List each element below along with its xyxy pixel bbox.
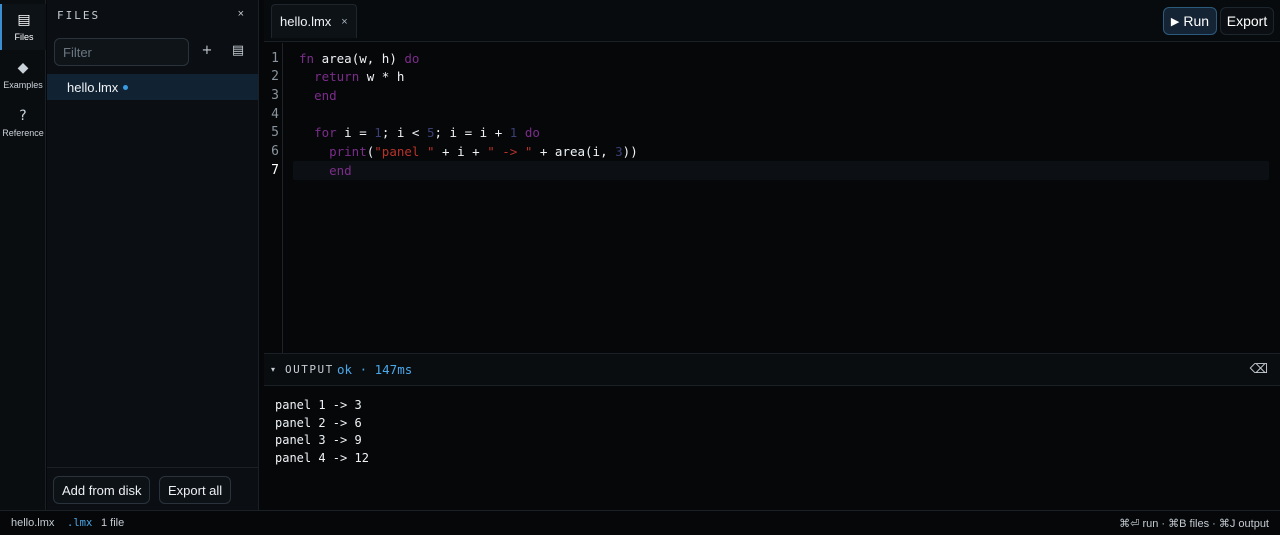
line-number: 4 <box>271 107 279 122</box>
activity-files[interactable]: ▤ Files <box>0 4 46 50</box>
output-title: OUTPUT <box>285 363 334 376</box>
output-line: panel 3 -> 9 <box>275 433 362 447</box>
status-shortcuts: ⌘⏎ run · ⌘B files · ⌘J output <box>1119 518 1269 530</box>
files-panel-title: FILES <box>57 9 101 22</box>
line-number: 1 <box>271 51 279 66</box>
export-button[interactable]: Export <box>1220 7 1274 35</box>
code-line: end <box>329 163 352 178</box>
run-status: ok · 147ms <box>337 362 413 377</box>
files-footer: Add from disk Export all <box>47 467 258 510</box>
activity-bar: ▤ Files ◆ Examples ? Reference <box>0 0 46 510</box>
tab-bar: hello.lmx × ▶ Run Export <box>264 0 1280 42</box>
close-icon[interactable]: × <box>238 8 244 20</box>
tab-hello-lmx[interactable]: hello.lmx × <box>271 4 357 38</box>
tab-label: hello.lmx <box>280 14 332 29</box>
current-line-highlight <box>293 161 1269 180</box>
run-button[interactable]: ▶ Run <box>1163 7 1217 35</box>
new-file-icon[interactable]: + <box>198 43 216 58</box>
line-number: 3 <box>271 88 279 103</box>
status-file: hello.lmx <box>11 517 55 529</box>
code-line: end <box>314 88 337 103</box>
code-line: return w * h <box>314 69 405 84</box>
line-number: 2 <box>271 69 279 84</box>
files-menu-icon[interactable]: ▤ <box>229 43 247 58</box>
activity-reference[interactable]: ? Reference <box>0 100 46 146</box>
code-line: fn area(w, h) do <box>299 51 420 66</box>
play-icon: ▶ <box>1170 14 1180 28</box>
status-file-count: 1 file <box>101 517 125 529</box>
line-number: 6 <box>271 144 279 159</box>
status-language: .lmx <box>67 517 93 529</box>
collapse-caret-icon[interactable]: ▾ <box>271 365 275 374</box>
line-number: 7 <box>271 163 279 178</box>
file-item[interactable]: hello.lmx <box>47 74 258 100</box>
code-line: print("panel " + i + " -> " + area(i, 3)… <box>329 144 638 159</box>
files-icon: ▤ <box>17 12 31 28</box>
status-bar: hello.lmx .lmx 1 file ⌘⏎ run · ⌘B files … <box>0 510 1280 535</box>
file-name: hello.lmx <box>67 79 119 95</box>
activity-examples[interactable]: ◆ Examples <box>0 52 46 98</box>
activity-label: Files <box>14 32 34 42</box>
export-all-button[interactable]: Export all <box>159 476 232 504</box>
activity-label: Reference <box>2 128 44 138</box>
code-line: for i = 1; i < 5; i = i + 1 do <box>314 125 540 140</box>
filter-input[interactable] <box>54 38 189 66</box>
activity-label: Examples <box>3 80 43 90</box>
tab-close-icon[interactable]: × <box>341 16 347 28</box>
run-label: Run <box>1183 13 1210 29</box>
line-number: 5 <box>271 125 279 140</box>
output-line: panel 2 -> 6 <box>275 416 362 430</box>
help-icon: ? <box>19 108 27 124</box>
modified-dot-icon <box>123 85 129 90</box>
diamond-icon: ◆ <box>17 60 29 76</box>
output-console: panel 1 -> 3 panel 2 -> 6 panel 3 -> 9 p… <box>264 387 1280 510</box>
line-gutter: 1 2 3 4 5 6 7 <box>264 43 283 353</box>
code-editor[interactable]: 1 2 3 4 5 6 7 fn area(w, h) do return w … <box>264 43 1280 353</box>
output-line: panel 4 -> 12 <box>275 451 369 465</box>
add-from-disk-button[interactable]: Add from disk <box>53 476 151 504</box>
clear-output-icon[interactable]: ⌫ <box>1250 362 1268 377</box>
output-line: panel 1 -> 3 <box>275 398 362 412</box>
output-header[interactable]: ▾ OUTPUT ok · 147ms ⌫ <box>264 353 1280 386</box>
files-panel: FILES × + ▤ hello.lmx Add from disk Expo… <box>47 0 259 510</box>
